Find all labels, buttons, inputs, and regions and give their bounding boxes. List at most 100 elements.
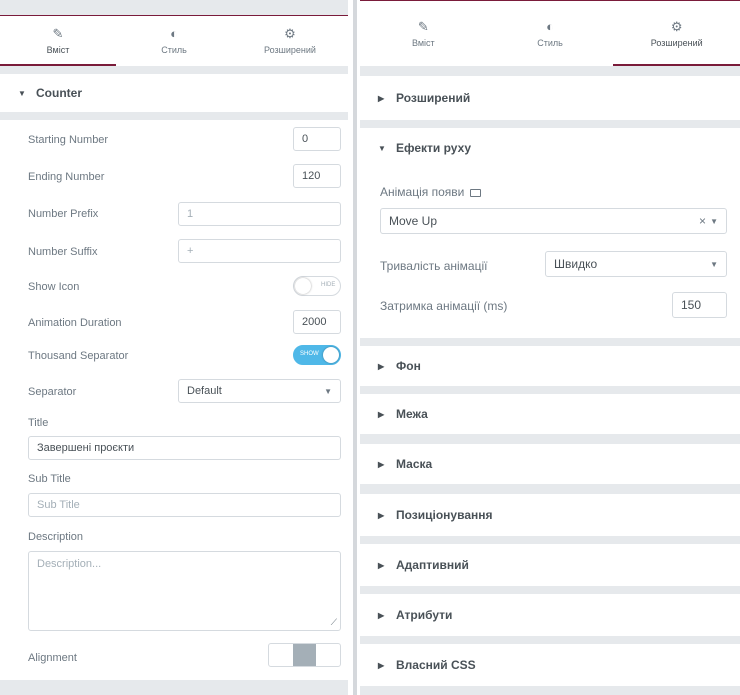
switch-text: HIDE: [321, 282, 336, 288]
thousand-separator-label: Thousand Separator: [28, 350, 129, 362]
caret-right-icon: ▶: [378, 560, 385, 570]
pencil-icon: ✎: [417, 18, 429, 34]
separator-value: Default: [187, 385, 222, 397]
alignment-control[interactable]: [268, 643, 341, 667]
tab-label: Розширений: [264, 45, 316, 55]
contrast-icon: ◐: [170, 26, 178, 41]
section-border[interactable]: ▶ Межа: [360, 394, 740, 434]
ending-number-label: Ending Number: [28, 171, 105, 183]
title-input[interactable]: Завершені проєкти: [28, 436, 341, 460]
section-title: Маска: [396, 457, 433, 471]
tab-advanced[interactable]: ⚙ Розширений: [232, 16, 348, 66]
entrance-animation-select[interactable]: Move Up × ▼: [380, 208, 727, 234]
right-panel: ✎ Вміст ◐ Стиль ⚙ Розширений ▶ Розширени…: [360, 0, 740, 695]
caret-down-icon: ▼: [378, 143, 386, 153]
number-suffix-input[interactable]: +: [178, 239, 341, 263]
caret-right-icon: ▶: [378, 361, 385, 371]
counter-controls: Starting Number 0 Ending Number 120 Numb…: [0, 120, 348, 680]
sub-title-input[interactable]: Sub Title: [28, 493, 341, 517]
tab-content[interactable]: ✎ Вміст: [0, 16, 116, 66]
section-title: Позиціонування: [396, 508, 493, 522]
gear-icon: ⚙: [284, 26, 296, 41]
section-title: Фон: [396, 359, 421, 373]
title-label: Title: [28, 417, 49, 429]
right-tabs: ✎ Вміст ◐ Стиль ⚙ Розширений: [360, 0, 740, 66]
section-title: Атрибути: [396, 608, 453, 622]
animation-duration-value: Швидко: [554, 257, 598, 271]
number-prefix-input[interactable]: 1: [178, 202, 341, 226]
animation-duration-input[interactable]: 2000: [293, 310, 341, 334]
thousand-separator-switch[interactable]: SHOW: [293, 345, 341, 365]
entrance-animation-label: Анімація появи: [380, 185, 482, 199]
resize-handle-icon[interactable]: ⟋: [331, 617, 337, 628]
tab-content[interactable]: ✎ Вміст: [360, 1, 487, 66]
description-textarea[interactable]: Description... ⟋: [28, 551, 341, 631]
monitor-icon[interactable]: [470, 189, 482, 197]
align-left-option[interactable]: [269, 644, 293, 666]
animation-duration-label: Тривалість анімації: [380, 259, 488, 273]
alignment-label: Alignment: [28, 652, 77, 664]
show-icon-switch[interactable]: HIDE: [293, 276, 341, 296]
caret-right-icon: ▶: [378, 409, 385, 419]
tab-label: Стиль: [161, 45, 187, 55]
animation-delay-label: Затримка анімації (ms): [380, 299, 508, 313]
tab-label: Стиль: [537, 37, 563, 48]
description-label: Description: [28, 531, 84, 543]
caret-right-icon: ▶: [378, 93, 385, 103]
chevron-down-icon: ▼: [324, 386, 332, 396]
section-counter[interactable]: ▼ Counter: [0, 74, 348, 112]
motion-controls: Анімація появи Move Up × ▼ Тривалість ан…: [360, 168, 740, 338]
description-placeholder: Description...: [37, 558, 102, 570]
left-tabs: ✎ Вміст ◐ Стиль ⚙ Розширений: [0, 15, 348, 66]
section-title: Межа: [396, 407, 428, 421]
show-icon-label: Show Icon: [28, 281, 80, 293]
section-motion-effects[interactable]: ▼ Ефекти руху: [360, 128, 740, 168]
section-attributes[interactable]: ▶ Атрибути: [360, 594, 740, 636]
tab-style[interactable]: ◐ Стиль: [116, 16, 232, 66]
tab-label: Вміст: [46, 45, 70, 55]
contrast-icon: ◐: [546, 18, 554, 34]
starting-number-label: Starting Number: [28, 134, 109, 146]
caret-right-icon: ▶: [378, 459, 385, 469]
separator-label: Separator: [28, 386, 77, 398]
section-title: Розширений: [396, 91, 471, 105]
gear-icon: ⚙: [670, 18, 683, 34]
starting-number-input[interactable]: 0: [293, 127, 341, 151]
section-advanced[interactable]: ▶ Розширений: [360, 76, 740, 120]
pencil-icon: ✎: [52, 26, 64, 41]
sub-title-label: Sub Title: [28, 473, 71, 485]
tab-advanced[interactable]: ⚙ Розширений: [613, 1, 740, 66]
entrance-animation-text: Анімація появи: [380, 185, 465, 199]
switch-text: SHOW: [300, 351, 319, 357]
section-title: Ефекти руху: [396, 141, 472, 155]
animation-delay-input[interactable]: 150: [672, 292, 727, 318]
section-mask[interactable]: ▶ Маска: [360, 444, 740, 484]
separator-select[interactable]: Default ▼: [178, 379, 341, 403]
panel-divider: [348, 0, 360, 695]
chevron-down-icon: ▼: [710, 216, 718, 226]
number-prefix-label: Number Prefix: [28, 208, 99, 220]
tab-style[interactable]: ◐ Стиль: [487, 1, 614, 66]
divider-bar[interactable]: [353, 0, 357, 695]
switch-knob: [295, 278, 311, 294]
clear-icon[interactable]: ×: [699, 214, 706, 228]
section-background[interactable]: ▶ Фон: [360, 346, 740, 386]
tab-label: Розширений: [650, 37, 703, 48]
section-positioning[interactable]: ▶ Позиціонування: [360, 494, 740, 536]
animation-duration-select[interactable]: Швидко ▼: [545, 251, 727, 277]
align-center-option[interactable]: [292, 644, 317, 666]
caret-down-icon: ▼: [18, 88, 26, 98]
section-responsive[interactable]: ▶ Адаптивний: [360, 544, 740, 586]
tab-label: Вміст: [411, 37, 435, 48]
section-title: Власний CSS: [396, 658, 476, 672]
chevron-down-icon: ▼: [710, 259, 718, 269]
ending-number-input[interactable]: 120: [293, 164, 341, 188]
align-right-option[interactable]: [316, 644, 340, 666]
section-title: Адаптивний: [396, 558, 469, 572]
section-custom-css[interactable]: ▶ Власний CSS: [360, 644, 740, 686]
entrance-animation-value: Move Up: [389, 214, 438, 228]
caret-right-icon: ▶: [378, 660, 385, 670]
caret-right-icon: ▶: [378, 510, 385, 520]
switch-knob: [323, 347, 339, 363]
caret-right-icon: ▶: [378, 610, 385, 620]
